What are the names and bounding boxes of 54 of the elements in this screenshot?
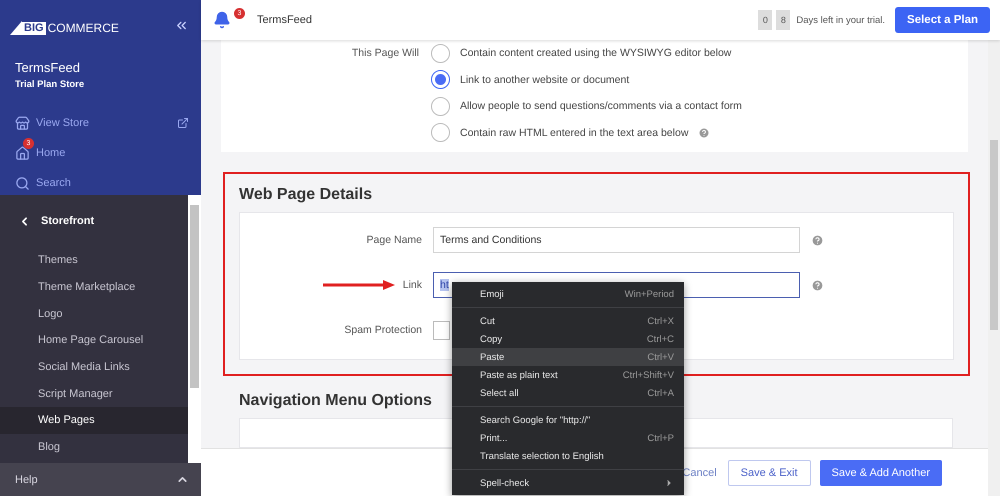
save-add-button[interactable]: Save & Add Another — [820, 460, 942, 486]
home-icon — [15, 146, 30, 160]
sidebar-item[interactable]: Theme Marketplace — [0, 274, 188, 300]
bigcommerce-logo: BIG COMMERCE — [10, 15, 119, 35]
sidebar-item[interactable]: Logo — [0, 300, 188, 328]
trial-counter-digit: 0 — [758, 10, 772, 30]
help-menu[interactable]: Help — [0, 463, 201, 496]
sidebar-link[interactable]: Search — [15, 172, 189, 194]
menu-item[interactable]: Paste as plain text Ctrl+Shift+V — [452, 366, 684, 384]
section-back-link[interactable]: Storefront — [0, 195, 188, 247]
option-label: This Page Will — [350, 47, 420, 60]
menu-item[interactable]: Cut Ctrl+X — [452, 312, 684, 330]
scrollbar[interactable] — [988, 40, 1000, 496]
radio-option[interactable]: Contain raw HTML entered in the text area below — [431, 123, 968, 142]
help-icon[interactable] — [811, 234, 824, 246]
scrollbar[interactable] — [188, 195, 201, 463]
sidebar-link[interactable]: View Store — [15, 112, 189, 134]
store-icon — [15, 116, 30, 130]
store-plan: Trial Plan Store — [15, 79, 86, 90]
menu-item[interactable]: Copy Ctrl+C — [452, 330, 684, 348]
trial-text: Days left in your trial. — [796, 14, 886, 26]
help-icon[interactable] — [811, 278, 824, 292]
menu-item[interactable]: Emoji Win+Period — [452, 285, 684, 303]
sidebar-item[interactable]: Home Page Carousel — [0, 327, 188, 354]
field-label: Page Name — [366, 234, 422, 246]
search-icon — [15, 176, 30, 190]
menu-item[interactable]: Select all Ctrl+A — [452, 384, 684, 402]
section-heading: Web Page Details — [239, 186, 372, 204]
radio-option[interactable]: Contain content created using the WYSIWYG editor below — [431, 44, 968, 63]
bell-icon — [213, 11, 231, 29]
section-heading: Navigation Menu Options — [239, 392, 432, 410]
external-link-icon — [177, 117, 189, 129]
sidebar-item[interactable]: Social Media Links — [0, 354, 188, 380]
sidebar-item[interactable]: Script Manager — [0, 380, 188, 408]
menu-item[interactable]: Spell-check — [452, 474, 684, 492]
checkbox[interactable] — [433, 320, 450, 340]
sidebar-item[interactable]: Blog — [0, 434, 188, 460]
field-label: Spam Protection — [344, 324, 422, 336]
menu-item[interactable]: Translate selection to English — [452, 447, 684, 465]
menu-item[interactable]: Print... Ctrl+P — [452, 429, 684, 447]
menu-item[interactable]: Search Google for "http://" — [452, 411, 684, 429]
store-name: TermsFeed — [15, 60, 82, 75]
sidebar-item[interactable]: Themes — [0, 247, 188, 274]
select-plan-button[interactable]: Select a Plan — [895, 7, 990, 33]
save-exit-button[interactable]: Save & Exit — [728, 460, 811, 486]
field-label: Link — [402, 279, 422, 291]
store-title: TermsFeed — [257, 14, 314, 26]
input-field[interactable]: Terms and Conditions — [433, 227, 800, 253]
trial-counter-digit: 8 — [776, 10, 790, 30]
radio-option[interactable]: Allow people to send questions/comments via a contact form — [431, 96, 968, 116]
menu-item[interactable]: Paste Ctrl+V — [452, 348, 684, 366]
sidebar-item[interactable]: Web Pages — [0, 407, 188, 434]
radio-option[interactable]: Link to another website or document — [431, 70, 968, 90]
help-icon[interactable] — [698, 126, 710, 139]
